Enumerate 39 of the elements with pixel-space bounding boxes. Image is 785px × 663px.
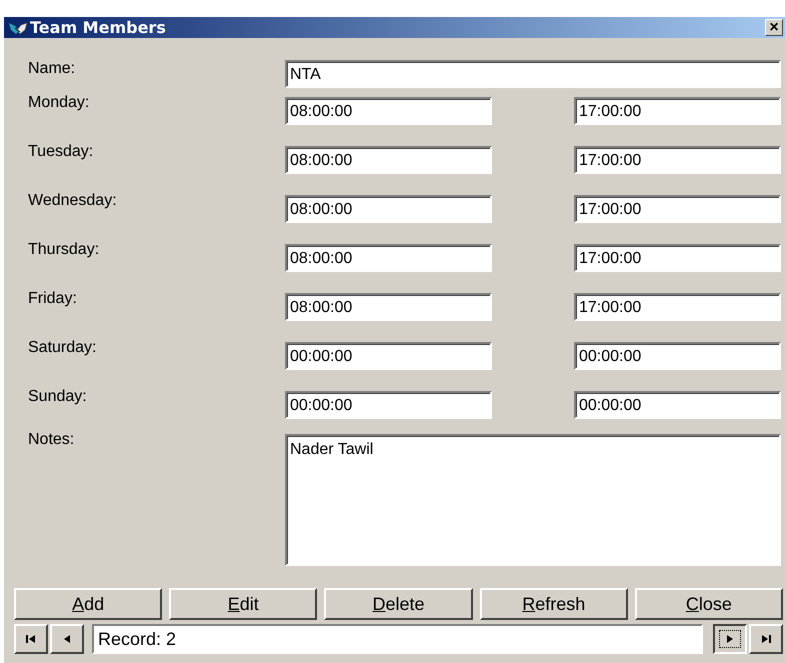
field-label: Name: — [28, 60, 76, 78]
day-label: Friday: — [28, 290, 78, 308]
start-time-field[interactable]: 08:00:00 — [285, 244, 492, 272]
window-title: Team Members — [30, 18, 167, 37]
end-time-field[interactable]: 00:00:00 — [574, 342, 781, 370]
start-time-field[interactable]: 08:00:00 — [285, 293, 492, 321]
day-label: Wednesday: — [28, 192, 118, 210]
day-label: Sunday: — [28, 388, 88, 406]
last-icon — [760, 633, 772, 645]
next-record-button[interactable] — [713, 624, 747, 654]
close-button[interactable]: × — [765, 19, 783, 36]
day-label: Tuesday: — [28, 143, 94, 161]
last-record-button[interactable] — [749, 624, 783, 654]
start-time-field[interactable]: 08:00:00 — [285, 97, 492, 125]
end-time-field[interactable]: 00:00:00 — [574, 391, 781, 419]
form-button[interactable]: Add — [14, 588, 162, 620]
end-time-field[interactable]: 17:00:00 — [574, 293, 781, 321]
form-button[interactable]: Close — [634, 588, 784, 620]
end-time-field[interactable]: 17:00:00 — [574, 146, 781, 174]
first-record-button[interactable] — [14, 624, 48, 654]
field-label: Notes: — [28, 431, 76, 449]
previous-record-button[interactable] — [50, 624, 84, 654]
end-time-field[interactable]: 17:00:00 — [574, 195, 781, 223]
end-time-field[interactable]: 17:00:00 — [574, 97, 781, 125]
end-time-field[interactable]: 17:00:00 — [574, 244, 781, 272]
name-field[interactable]: NTA — [285, 60, 781, 88]
first-icon — [25, 633, 37, 645]
day-label: Saturday: — [28, 339, 98, 357]
start-time-field[interactable]: 08:00:00 — [285, 195, 492, 223]
form-button[interactable]: Refresh — [480, 588, 628, 620]
day-label: Monday: — [28, 94, 90, 112]
day-label: Thursday: — [28, 241, 100, 259]
notes-field[interactable]: Nader Tawil — [285, 434, 781, 566]
start-time-field[interactable]: 08:00:00 — [285, 146, 492, 174]
form-button[interactable]: Delete — [324, 588, 473, 620]
form-button[interactable]: Edit — [169, 588, 318, 620]
start-time-field[interactable]: 00:00:00 — [285, 391, 492, 419]
record-field[interactable]: Record: 2 — [92, 624, 703, 654]
start-time-field[interactable]: 00:00:00 — [285, 342, 492, 370]
